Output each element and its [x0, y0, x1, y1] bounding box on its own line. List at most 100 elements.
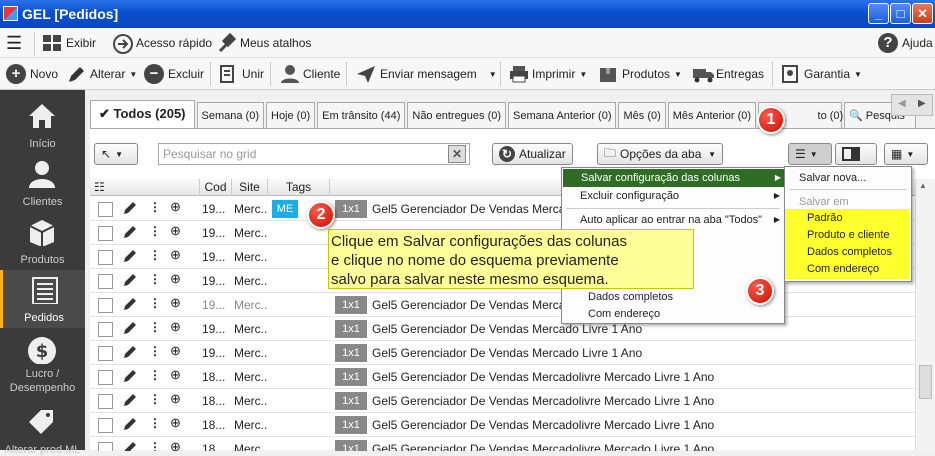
grid-vertical-scrollbar[interactable]: ▲ [915, 179, 935, 451]
zoom-icon[interactable]: ⊕ [170, 271, 181, 287]
zoom-icon[interactable]: ⊕ [170, 199, 181, 215]
row-checkbox[interactable] [98, 226, 113, 241]
table-row[interactable]: ⋮ ⊕ 19... Merc... 1x1 Gel5 Gerenciador De Ven… [90, 317, 915, 341]
more-options-icon[interactable]: ⋮ [149, 224, 161, 238]
row-checkbox[interactable] [98, 202, 113, 217]
edit-pencil-icon[interactable] [123, 321, 137, 338]
tab-em-transito[interactable]: Em trânsito (44) [317, 102, 406, 128]
more-options-icon[interactable]: ⋮ [149, 440, 161, 451]
tab-mes-anterior[interactable]: Mês Anterior (0) [667, 102, 757, 128]
more-options-icon[interactable]: ⋮ [149, 296, 161, 310]
sidebar-item-clientes[interactable]: Clientes [0, 154, 85, 212]
menu-item-com-endereco[interactable]: Com endereço [785, 261, 879, 279]
zoom-icon[interactable]: ⊕ [170, 247, 181, 263]
row-checkbox[interactable] [98, 346, 113, 361]
tab-nao-entregues[interactable]: Não entregues (0) [407, 102, 507, 128]
panel-toggle-button[interactable] [835, 143, 877, 165]
row-checkbox[interactable] [98, 298, 113, 313]
ajuda-button[interactable]: ? Ajuda [878, 32, 933, 54]
zoom-icon[interactable]: ⊕ [170, 343, 181, 359]
tab-scroll-right-icon[interactable]: ▶ [918, 98, 926, 109]
clear-search-icon[interactable]: ✕ [448, 145, 466, 163]
grid-search-input[interactable]: Pesquisar no grid [158, 143, 470, 165]
edit-pencil-icon[interactable] [123, 393, 137, 410]
row-checkbox[interactable] [98, 370, 113, 385]
hamburger-menu-button[interactable]: ☰ [6, 32, 22, 54]
tab-hoje[interactable]: Hoje (0) [266, 102, 316, 128]
sidebar-item-produtos[interactable]: Produtos [0, 212, 85, 270]
opcoes-da-aba-button[interactable]: 🗀 Opções da aba ▼ [597, 143, 723, 165]
zoom-icon[interactable]: ⊕ [170, 391, 181, 407]
edit-pencil-icon[interactable] [123, 345, 137, 362]
enviar-mensagem-button[interactable]: Enviar mensagem ▼ [356, 63, 497, 85]
edit-pencil-icon[interactable] [123, 273, 137, 290]
sidebar-item-inicio[interactable]: Início [0, 96, 85, 154]
tab-semana[interactable]: Semana (0) [196, 102, 264, 128]
zoom-icon[interactable]: ⊕ [170, 319, 181, 335]
row-checkbox[interactable] [98, 418, 113, 433]
menu-item-com-endereco[interactable]: Com endereço [562, 305, 660, 323]
imprimir-button[interactable]: Imprimir ▼ [508, 63, 587, 85]
more-options-icon[interactable]: ⋮ [149, 248, 161, 262]
more-options-icon[interactable]: ⋮ [149, 320, 161, 334]
edit-pencil-icon[interactable] [123, 201, 137, 218]
header-site[interactable]: Site [232, 179, 268, 196]
meus-atalhos-button[interactable]: Meus atalhos [216, 32, 311, 54]
table-row[interactable]: ⋮ ⊕ 18... Merc... 1x1 Gel5 Gerenciador De Ven… [90, 437, 915, 451]
excluir-button[interactable]: − Excluir [144, 63, 204, 85]
more-options-icon[interactable]: ⋮ [149, 344, 161, 358]
selection-mode-button[interactable]: ↖ ▼ [94, 143, 138, 165]
scroll-thumb[interactable] [919, 365, 932, 399]
alterar-button[interactable]: Alterar ▼ [66, 63, 137, 85]
zoom-icon[interactable]: ⊕ [170, 415, 181, 431]
menu-item-padrao[interactable]: Padrão [785, 210, 842, 228]
cliente-button[interactable]: Cliente [279, 63, 340, 85]
header-tags[interactable]: Tags [268, 179, 330, 196]
edit-pencil-icon[interactable] [123, 417, 137, 434]
row-checkbox[interactable] [98, 274, 113, 289]
zoom-icon[interactable]: ⊕ [170, 223, 181, 239]
menu-item-salvar-nova[interactable]: Salvar nova... [785, 169, 866, 187]
edit-pencil-icon[interactable] [123, 297, 137, 314]
atualizar-button[interactable]: ↻ Atualizar [492, 143, 573, 165]
garantia-button[interactable]: Garantia ▼ [780, 63, 862, 85]
zoom-icon[interactable]: ⊕ [170, 295, 181, 311]
tab-mes[interactable]: Mês (0) [618, 102, 666, 128]
sidebar-item-pedidos[interactable]: Pedidos [0, 270, 85, 328]
layout-button[interactable]: ▦ ▼ [884, 143, 928, 165]
sidebar-item-lucro[interactable]: $ Lucro / Desempenho [0, 330, 85, 400]
table-row[interactable]: ⋮ ⊕ 19... Merc... 1x1 Gel5 Gerenciador De Ven… [90, 341, 915, 365]
exibir-button[interactable]: Exibir [42, 32, 96, 54]
tab-semana-anterior[interactable]: Semana Anterior (0) [508, 102, 617, 128]
row-checkbox[interactable] [98, 322, 113, 337]
more-options-icon[interactable]: ⋮ [149, 272, 161, 286]
edit-pencil-icon[interactable] [123, 249, 137, 266]
header-cod[interactable]: Cod [200, 179, 232, 196]
more-options-icon[interactable]: ⋮ [149, 200, 161, 214]
scroll-up-icon[interactable]: ▲ [919, 181, 927, 190]
novo-button[interactable]: + Novo [6, 63, 58, 85]
acesso-rapido-button[interactable]: Acesso rápido [112, 32, 212, 54]
menu-item-dados-completos[interactable]: Dados completos [785, 244, 892, 262]
more-options-icon[interactable]: ⋮ [149, 416, 161, 430]
menu-item-auto-aplicar[interactable]: Auto aplicar ao entrar na aba "Todos" ▶ [562, 211, 784, 229]
edit-pencil-icon[interactable] [123, 225, 137, 242]
table-row[interactable]: ⋮ ⊕ 18... Merc... 1x1 Gel5 Gerenciador De Ven… [90, 389, 915, 413]
tab-todos[interactable]: ✔ Todos (205) [90, 100, 195, 128]
menu-item-dados-completos[interactable]: Dados completos [562, 288, 673, 306]
zoom-icon[interactable]: ⊕ [170, 367, 181, 383]
row-checkbox[interactable] [98, 394, 113, 409]
table-row[interactable]: ⋮ ⊕ 19... Merc... 1x1 Gel5 Gerenciador De Ven… [90, 293, 915, 317]
table-row[interactable]: ⋮ ⊕ 18... Merc... 1x1 Gel5 Gerenciador De Ven… [90, 365, 915, 389]
edit-pencil-icon[interactable] [123, 369, 137, 386]
entregas-button[interactable]: Entregas [692, 63, 764, 85]
sidebar-item-alterar-prod-ml[interactable]: Alterar prod ML [0, 402, 85, 456]
more-options-icon[interactable]: ⋮ [149, 392, 161, 406]
tab-scroll-left-icon[interactable]: ◀ [898, 98, 906, 109]
row-checkbox[interactable] [98, 250, 113, 265]
menu-item-excluir-configuracao[interactable]: Excluir configuração ▶ [562, 187, 784, 205]
column-chooser-icon[interactable]: ☷ [90, 179, 200, 196]
table-row[interactable]: ⋮ ⊕ 18... Merc... 1x1 Gel5 Gerenciador De Ven… [90, 413, 915, 437]
minimize-button[interactable]: _ [868, 3, 889, 24]
produtos-button[interactable]: Produtos ▼ [598, 63, 682, 85]
